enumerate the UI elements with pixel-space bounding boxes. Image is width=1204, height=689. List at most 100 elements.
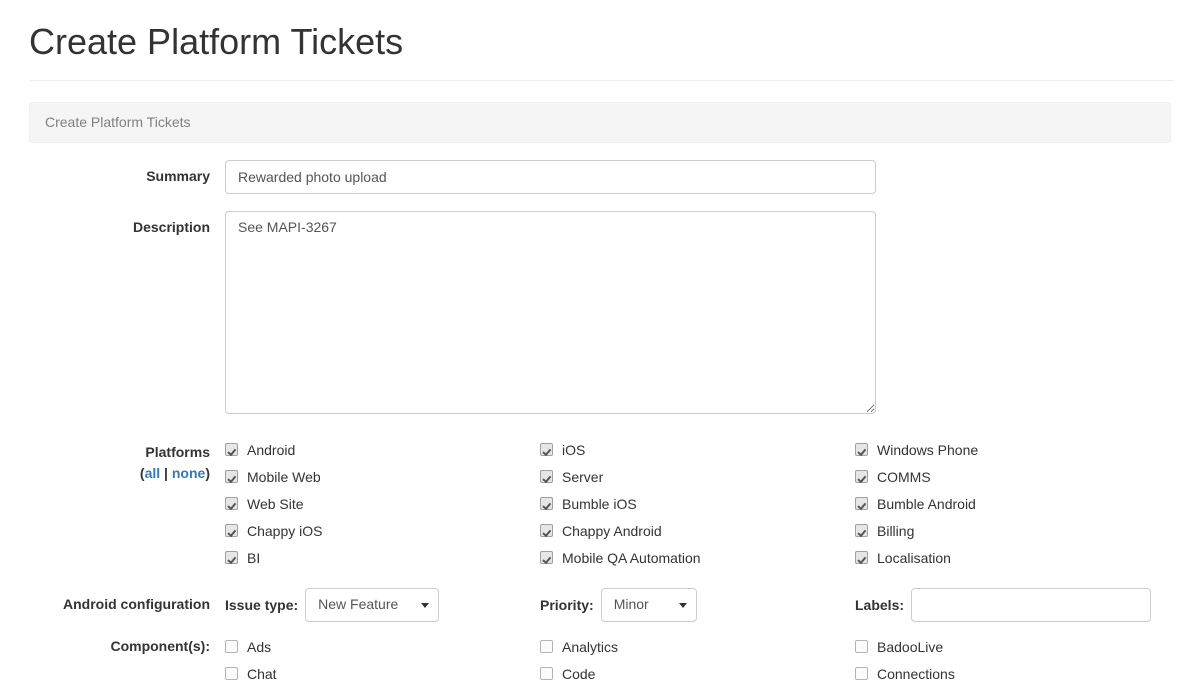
platform-checkbox-label: Android bbox=[247, 443, 295, 457]
page-header: Create Platform Tickets bbox=[0, 0, 1204, 80]
page-title: Create Platform Tickets bbox=[29, 22, 1204, 62]
issue-type-group: Issue type: New Feature bbox=[225, 588, 540, 622]
summary-label: Summary bbox=[29, 160, 225, 187]
ticket-form: Summary Description See MAPI-3267 Platfo… bbox=[29, 143, 1171, 687]
checkbox-icon[interactable] bbox=[540, 667, 553, 680]
components-checkbox-wrap: Ads Chat Analytics bbox=[225, 633, 1171, 687]
android-configuration-row: Android configuration Issue type: New Fe… bbox=[29, 588, 1171, 622]
platform-checkbox-item[interactable]: iOS bbox=[540, 436, 855, 463]
checkbox-icon[interactable] bbox=[855, 497, 868, 510]
priority-select[interactable]: Minor bbox=[601, 588, 697, 622]
platform-checkbox-item[interactable]: Android bbox=[225, 436, 540, 463]
checkbox-icon[interactable] bbox=[540, 470, 553, 483]
component-checkbox-item[interactable]: Chat bbox=[225, 660, 540, 687]
platform-checkbox-label: Bumble iOS bbox=[562, 497, 637, 511]
summary-row: Summary bbox=[29, 160, 1171, 194]
components-checkbox-grid: Ads Chat Analytics bbox=[225, 633, 1170, 687]
platform-checkbox-label: Localisation bbox=[877, 551, 951, 565]
checkbox-icon[interactable] bbox=[225, 667, 238, 680]
platforms-label-text: Platforms bbox=[145, 444, 210, 460]
component-checkbox-item[interactable]: Connections bbox=[855, 660, 1170, 687]
select-all-link[interactable]: all bbox=[145, 465, 161, 481]
priority-label: Priority: bbox=[540, 597, 594, 613]
checkbox-icon[interactable] bbox=[855, 524, 868, 537]
android-configuration-label: Android configuration bbox=[29, 588, 225, 615]
platform-checkbox-label: Web Site bbox=[247, 497, 304, 511]
panel-heading: Create Platform Tickets bbox=[29, 102, 1171, 144]
platform-checkbox-item[interactable]: Windows Phone bbox=[855, 436, 1170, 463]
component-checkbox-item[interactable]: BadooLive bbox=[855, 633, 1170, 660]
platforms-column-2: iOS Server Bumble iOS bbox=[540, 436, 855, 571]
component-checkbox-label: Analytics bbox=[562, 640, 618, 654]
platform-checkbox-item[interactable]: Mobile Web bbox=[225, 463, 540, 490]
component-checkbox-label: Code bbox=[562, 667, 595, 681]
checkbox-icon[interactable] bbox=[225, 497, 238, 510]
platforms-column-3: Windows Phone COMMS Bumble Android bbox=[855, 436, 1170, 571]
platform-checkbox-label: Bumble Android bbox=[877, 497, 976, 511]
components-row: Component(s): Ads Chat bbox=[29, 633, 1171, 687]
platform-checkbox-item[interactable]: BI bbox=[225, 544, 540, 571]
checkbox-icon[interactable] bbox=[225, 640, 238, 653]
platform-checkbox-label: iOS bbox=[562, 443, 585, 457]
create-platform-tickets-page: Create Platform Tickets Create Platform … bbox=[0, 0, 1204, 689]
form-panel: Create Platform Tickets Summary Descript… bbox=[29, 102, 1171, 688]
components-label: Component(s): bbox=[29, 633, 225, 657]
platforms-checkbox-grid: Android Mobile Web Web Site bbox=[225, 436, 1170, 571]
labels-input[interactable] bbox=[911, 588, 1151, 622]
checkbox-icon[interactable] bbox=[225, 551, 238, 564]
issue-type-select-wrap: New Feature bbox=[305, 588, 439, 622]
platforms-checkbox-wrap: Android Mobile Web Web Site bbox=[225, 436, 1171, 571]
platform-checkbox-label: BI bbox=[247, 551, 260, 565]
platform-checkbox-item[interactable]: Localisation bbox=[855, 544, 1170, 571]
platform-checkbox-item[interactable]: Chappy iOS bbox=[225, 517, 540, 544]
select-none-link[interactable]: none bbox=[172, 465, 205, 481]
component-checkbox-item[interactable]: Code bbox=[540, 660, 855, 687]
platform-checkbox-item[interactable]: Mobile QA Automation bbox=[540, 544, 855, 571]
component-checkbox-item[interactable]: Ads bbox=[225, 633, 540, 660]
checkbox-icon[interactable] bbox=[225, 524, 238, 537]
platform-checkbox-item[interactable]: Chappy Android bbox=[540, 517, 855, 544]
checkbox-icon[interactable] bbox=[855, 443, 868, 456]
component-checkbox-label: BadooLive bbox=[877, 640, 943, 654]
summary-field-wrap bbox=[225, 160, 1171, 194]
components-column-3: BadooLive Connections bbox=[855, 633, 1170, 687]
platform-checkbox-label: COMMS bbox=[877, 470, 931, 484]
component-checkbox-label: Ads bbox=[247, 640, 271, 654]
platforms-label: Platforms (all | none) bbox=[29, 436, 225, 484]
platform-checkbox-label: Billing bbox=[877, 524, 914, 538]
paren-close: ) bbox=[205, 465, 210, 481]
header-divider bbox=[29, 80, 1174, 81]
checkbox-icon[interactable] bbox=[540, 497, 553, 510]
platform-checkbox-label: Mobile Web bbox=[247, 470, 321, 484]
platform-checkbox-item[interactable]: Bumble Android bbox=[855, 490, 1170, 517]
checkbox-icon[interactable] bbox=[540, 640, 553, 653]
checkbox-icon[interactable] bbox=[540, 524, 553, 537]
checkbox-icon[interactable] bbox=[855, 470, 868, 483]
platforms-row: Platforms (all | none) Android Mobil bbox=[29, 436, 1171, 571]
priority-select-wrap: Minor bbox=[601, 588, 697, 622]
description-row: Description See MAPI-3267 bbox=[29, 211, 1171, 419]
platform-checkbox-item[interactable]: Web Site bbox=[225, 490, 540, 517]
checkbox-icon[interactable] bbox=[540, 443, 553, 456]
labels-group: Labels: bbox=[855, 588, 1170, 622]
checkbox-icon[interactable] bbox=[540, 551, 553, 564]
checkbox-icon[interactable] bbox=[225, 470, 238, 483]
platform-checkbox-item[interactable]: COMMS bbox=[855, 463, 1170, 490]
checkbox-icon[interactable] bbox=[855, 667, 868, 680]
checkbox-icon[interactable] bbox=[225, 443, 238, 456]
priority-group: Priority: Minor bbox=[540, 588, 855, 622]
platform-checkbox-item[interactable]: Bumble iOS bbox=[540, 490, 855, 517]
platform-checkbox-item[interactable]: Billing bbox=[855, 517, 1170, 544]
checkbox-icon[interactable] bbox=[855, 551, 868, 564]
component-checkbox-item[interactable]: Analytics bbox=[540, 633, 855, 660]
components-column-2: Analytics Code bbox=[540, 633, 855, 687]
checkbox-icon[interactable] bbox=[855, 640, 868, 653]
platforms-select-links: (all | none) bbox=[29, 464, 210, 484]
labels-label: Labels: bbox=[855, 597, 904, 613]
description-textarea[interactable]: See MAPI-3267 bbox=[225, 211, 876, 414]
component-checkbox-label: Connections bbox=[877, 667, 955, 681]
platform-checkbox-label: Chappy iOS bbox=[247, 524, 322, 538]
issue-type-select[interactable]: New Feature bbox=[305, 588, 439, 622]
platform-checkbox-item[interactable]: Server bbox=[540, 463, 855, 490]
summary-input[interactable] bbox=[225, 160, 876, 194]
